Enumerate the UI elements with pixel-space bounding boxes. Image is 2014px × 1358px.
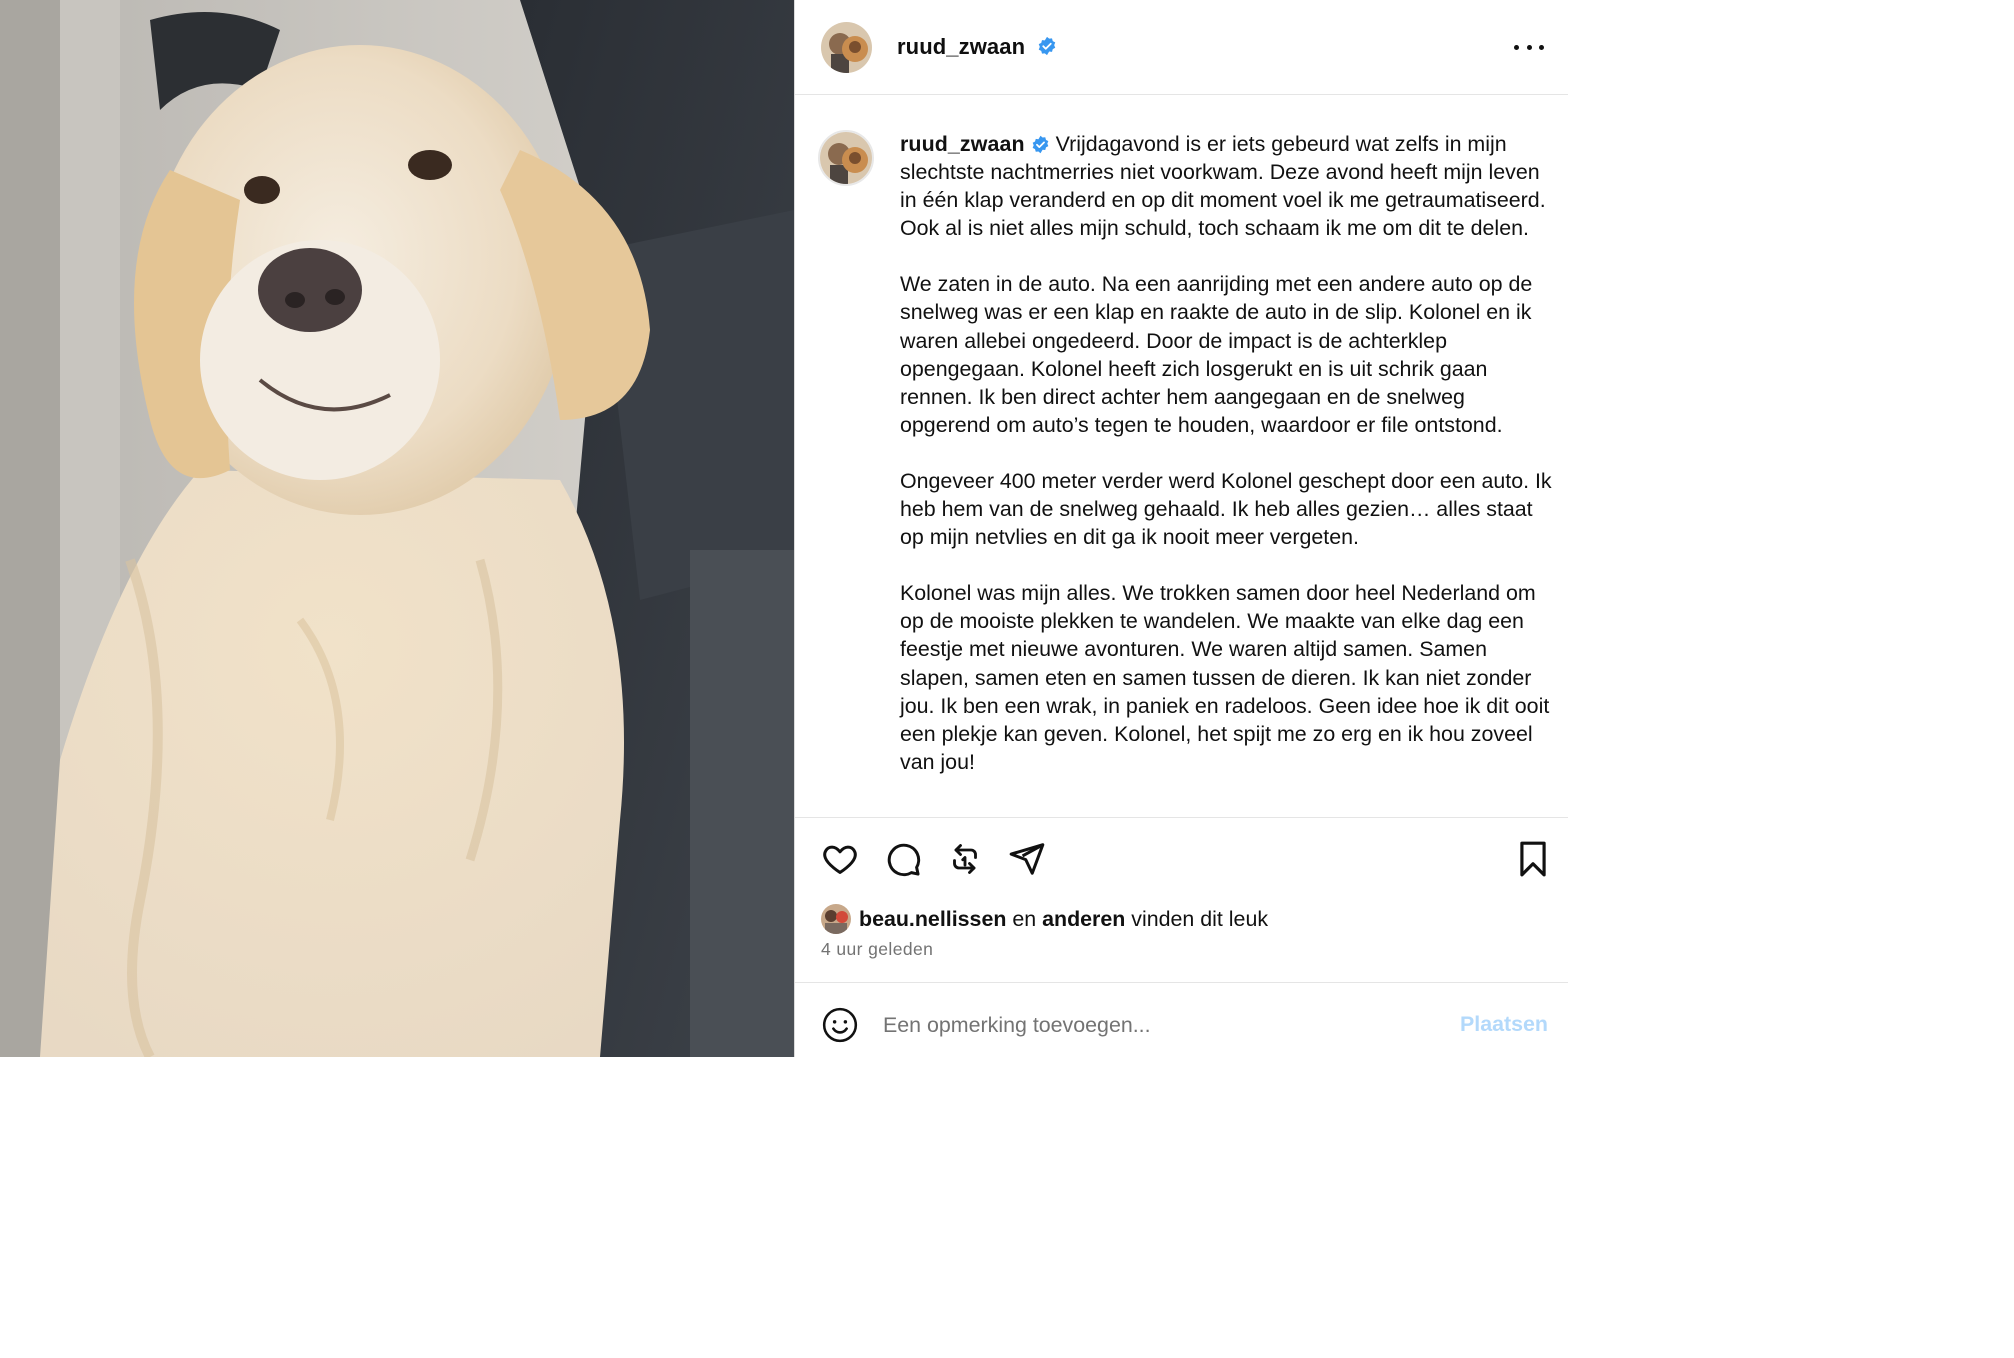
caption-paragraph: Kolonel was mijn alles. We trokken samen… xyxy=(900,581,1550,774)
liker-avatar[interactable] xyxy=(821,904,851,934)
caption-username[interactable]: ruud_zwaan xyxy=(900,132,1025,156)
verified-badge-icon xyxy=(1032,135,1048,154)
caption-author-avatar[interactable] xyxy=(818,130,874,186)
heart-icon[interactable] xyxy=(819,838,861,880)
bookmark-icon[interactable] xyxy=(1512,838,1554,880)
post-caption: ruud_zwaan Vrijdagavond is er iets gebeu… xyxy=(900,130,1560,776)
divider xyxy=(795,982,1568,983)
post-photo[interactable] xyxy=(0,0,794,1057)
post-header: ruud_zwaan xyxy=(795,0,1568,95)
verified-badge-icon xyxy=(1038,36,1056,56)
comment-bubble-icon[interactable] xyxy=(882,838,924,880)
caption-paragraph: We zaten in de auto. Na een aanrijding m… xyxy=(900,272,1533,437)
caption-paragraph: ruud_zwaan Vrijdagavond is er iets gebeu… xyxy=(900,130,1560,242)
emoji-smiley-icon[interactable] xyxy=(821,1006,859,1044)
more-options-icon[interactable] xyxy=(1514,34,1544,60)
send-paper-plane-icon[interactable] xyxy=(1006,838,1048,880)
comment-input[interactable] xyxy=(883,1008,1423,1042)
author-username[interactable]: ruud_zwaan xyxy=(897,34,1025,60)
caption-paragraph: Ongeveer 400 meter verder werd Kolonel g… xyxy=(900,468,1552,550)
post-detail-panel: ruud_zwaan ruud_zwaan Vrijdagavond is er… xyxy=(794,0,1568,1057)
liker-username[interactable]: beau.nellissen xyxy=(859,907,1006,932)
likes-suffix: vinden dit leuk xyxy=(1131,906,1269,931)
author-avatar[interactable] xyxy=(821,22,872,73)
likes-others-link[interactable]: anderen xyxy=(1042,907,1125,932)
repost-icon[interactable] xyxy=(944,838,986,880)
post-timestamp[interactable]: 4 uur geleden xyxy=(821,939,933,960)
divider xyxy=(795,817,1568,818)
likes-summary: beau.nellissen en anderen vinden dit leu… xyxy=(821,904,1268,934)
post-comment-button[interactable]: Plaatsen xyxy=(1460,1012,1548,1037)
golden-retriever-photo xyxy=(0,0,794,1057)
likes-conjunction: en xyxy=(1012,906,1037,931)
